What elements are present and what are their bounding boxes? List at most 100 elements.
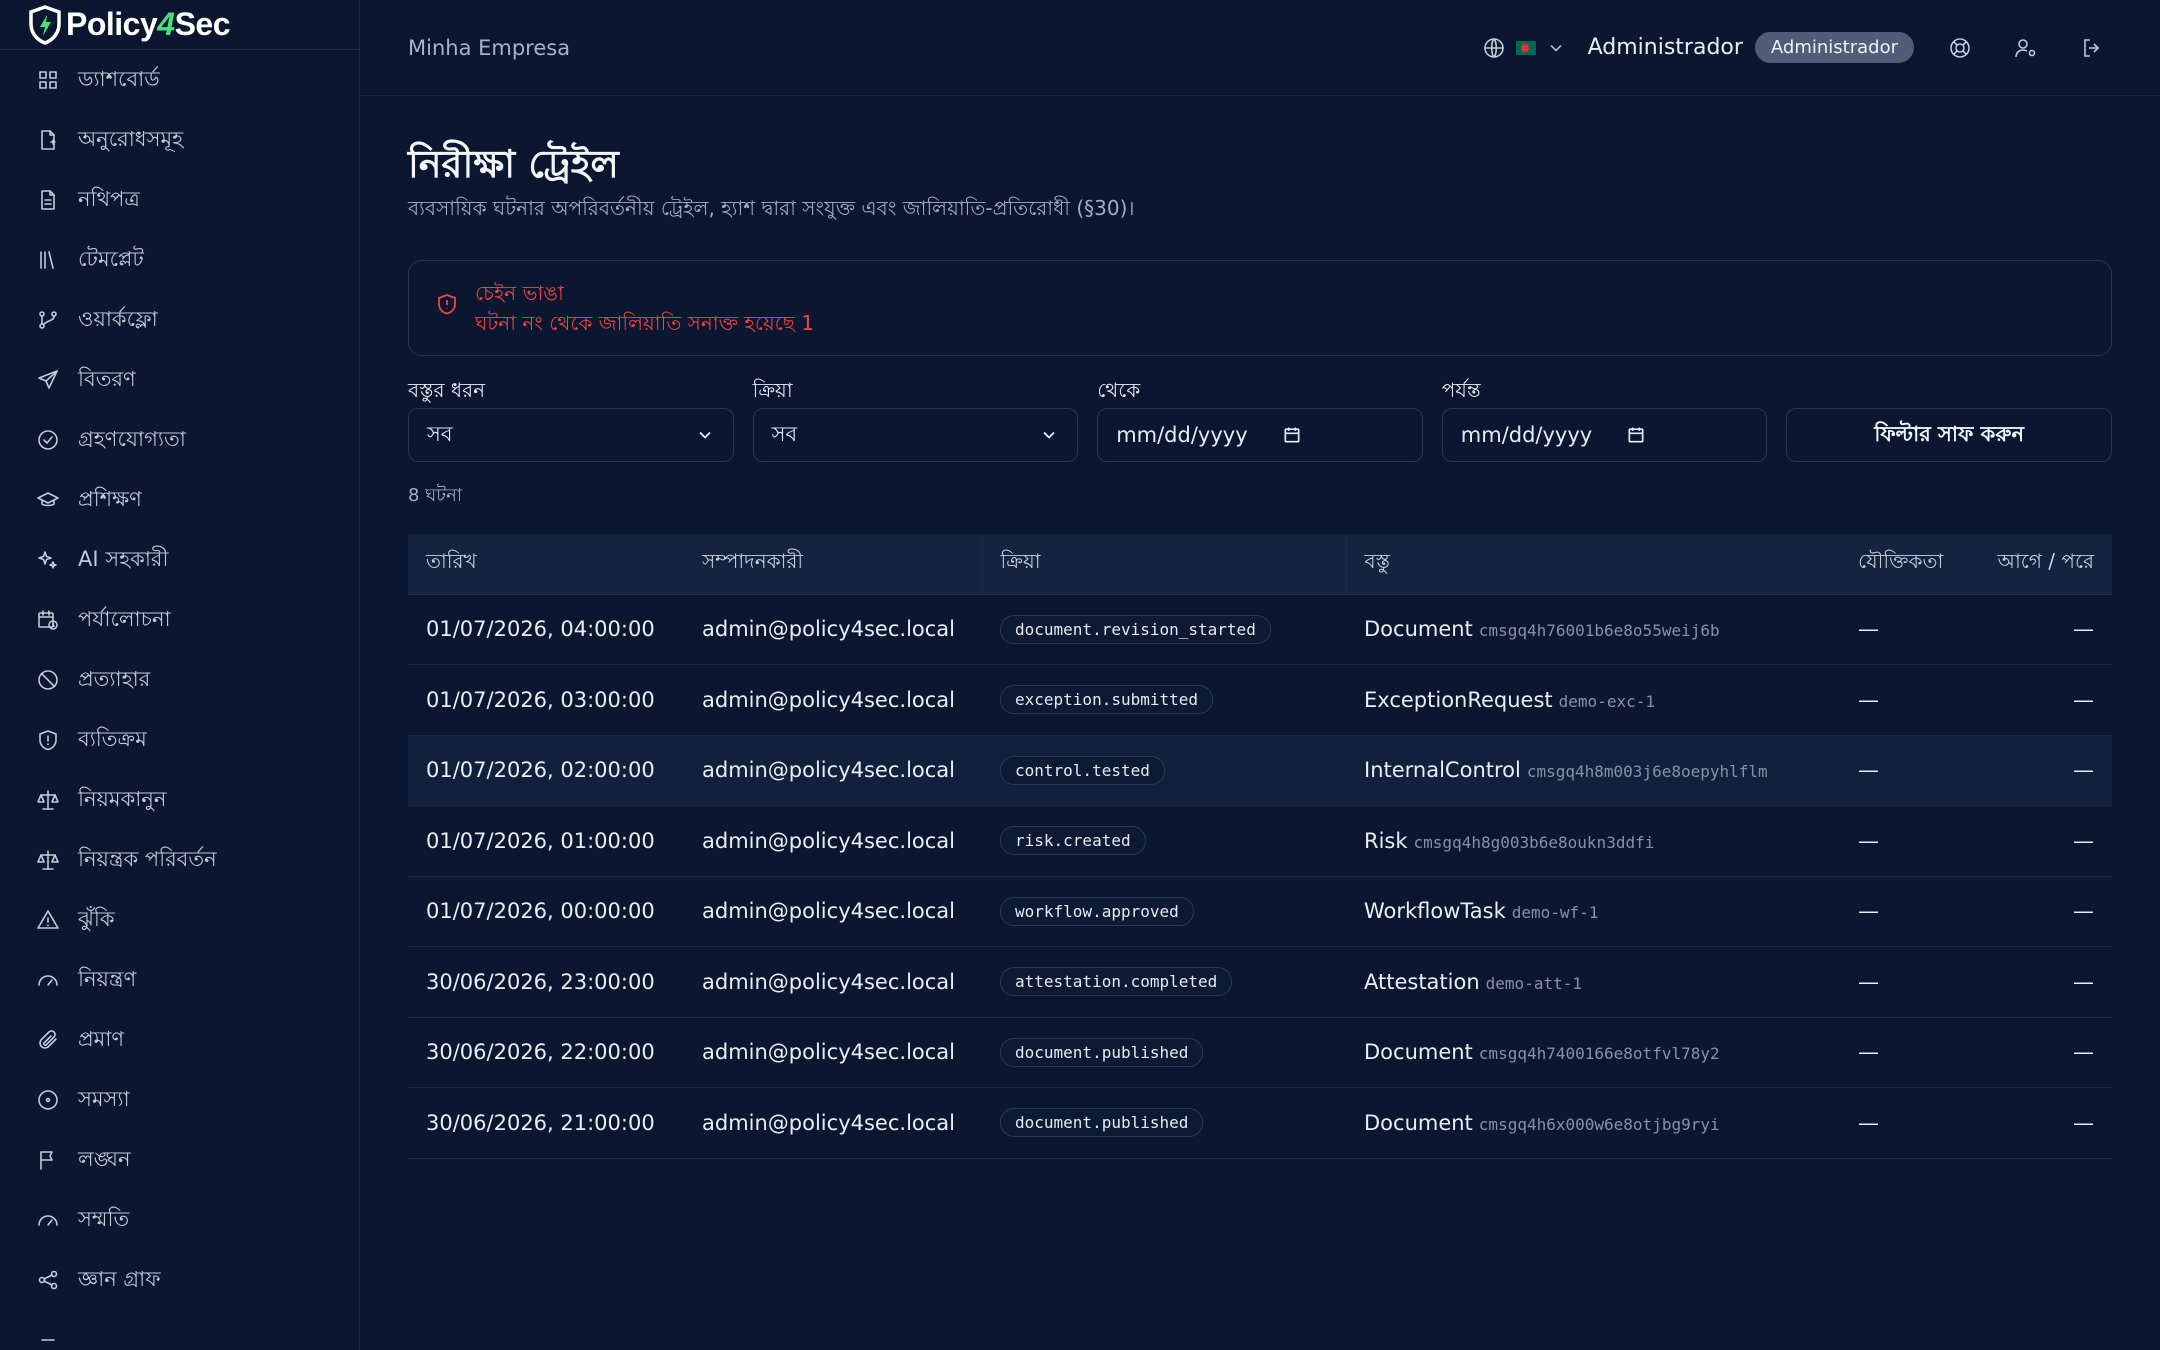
sidebar-item-label: নিয়ন্ত্রণ [78, 966, 137, 991]
sidebar-item-label: প্রশিক্ষণ [78, 486, 142, 511]
filters: বস্তুর ধরন সব ক্রিয়া সব থেকে mm/dd/yyyy… [408, 378, 2112, 462]
logo[interactable]: Policy4Sec [0, 0, 359, 50]
table-row[interactable]: 01/07/2026, 01:00:00 admin@policy4sec.loc… [408, 805, 2112, 877]
sidebar-item-13[interactable]: নিয়ন্ত্রক পরিবর্তন [0, 830, 359, 890]
table-row[interactable]: 30/06/2026, 23:00:00 admin@policy4sec.loc… [408, 946, 2112, 1018]
cell-justification: — [1840, 664, 1970, 736]
cell-action: attestation.completed [982, 946, 1346, 1018]
sidebar-item-7[interactable]: প্রশিক্ষণ [0, 470, 359, 530]
calendar-icon[interactable] [1282, 425, 1302, 445]
cell-object: Document cmsgq4h6x000w6e8otjbg9ryi [1346, 1087, 1840, 1159]
chevron-down-icon [1043, 431, 1055, 439]
warning-triangle-icon [37, 910, 59, 929]
sidebar-item-14[interactable]: ঝুঁকি [0, 890, 359, 950]
clear-filters-button[interactable]: ফিল্টার সাফ করুন [1786, 408, 2112, 462]
sidebar-item-5[interactable]: বিতরণ [0, 350, 359, 410]
sidebar-item-1[interactable]: অনুরোধসমূহ [0, 110, 359, 170]
cell-object: ExceptionRequest demo-exc-1 [1346, 664, 1840, 736]
sidebar-item-label: ব্যতিক্রম [78, 726, 147, 751]
table-row[interactable]: 01/07/2026, 02:00:00 admin@policy4sec.loc… [408, 735, 2112, 806]
table-row[interactable]: 30/06/2026, 21:00:00 admin@policy4sec.loc… [408, 1087, 2112, 1159]
gauge-icon [38, 975, 58, 986]
language-selector[interactable] [1482, 36, 1566, 60]
sidebar-item-label: সম্মতি [78, 1206, 130, 1231]
dashboard-icon [39, 71, 57, 89]
user-settings-button[interactable] [2006, 28, 2046, 68]
shield-alert-icon [438, 294, 456, 315]
sidebar-item-4[interactable]: ওয়ার্কফ্লো [0, 290, 359, 350]
sidebar-item-label: জ্ঞান গ্রাফ [78, 1266, 161, 1291]
sidebar-item-label: AI সহকারী [78, 546, 169, 571]
page-title: নিরীক্ষা ট্রেইল [408, 142, 619, 186]
sidebar-item-0[interactable]: ড্যাশবোর্ড [0, 50, 359, 110]
sidebar-item-20[interactable]: জ্ঞান গ্রাফ [0, 1250, 359, 1310]
cell-before-after: — [1970, 1017, 2112, 1088]
from-date-placeholder: mm/dd/yyyy [1116, 423, 1248, 447]
table-row[interactable]: 01/07/2026, 00:00:00 admin@policy4sec.loc… [408, 876, 2112, 947]
action-select[interactable]: সব [752, 408, 1079, 462]
sidebar-item-16[interactable]: প্রমাণ [0, 1010, 359, 1070]
action-badge: exception.submitted [1000, 685, 1214, 715]
cell-date: 01/07/2026, 03:00:00 [408, 664, 684, 736]
cell-date: 30/06/2026, 22:00:00 [408, 1017, 684, 1088]
object-type: WorkflowTask [1364, 899, 1506, 924]
sidebar-item-3[interactable]: টেমপ্লেট [0, 230, 359, 290]
cell-actor: admin@policy4sec.local [684, 1087, 982, 1159]
sidebar-item-10[interactable]: প্রত্যাহার [0, 650, 359, 710]
cell-object: Document cmsgq4h7400166e8otfvl78y2 [1346, 1017, 1840, 1088]
sidebar-item-17[interactable]: সমস্যা [0, 1070, 359, 1130]
col-before-after: আগে / পরে [1970, 534, 2112, 595]
object-id: demo-wf-1 [1511, 903, 1599, 923]
sidebar-item-18[interactable]: লঙ্ঘন [0, 1130, 359, 1190]
object-type-select[interactable]: সব [408, 408, 734, 462]
sidebar-item-6[interactable]: গ্রহণযোগ্যতা [0, 410, 359, 470]
calendar-icon[interactable] [1626, 425, 1646, 445]
cell-justification: — [1840, 1087, 1970, 1159]
logout-button[interactable] [2072, 28, 2112, 68]
graduation-cap-icon [37, 492, 59, 507]
sidebar-item-label: সমস্যা [78, 1086, 130, 1111]
sidebar-nav: ড্যাশবোর্ড অনুরোধসমূহ নথিপত্র টেমপ্লেট ওয়ার… [0, 50, 359, 1350]
object-type-value: সব [427, 421, 453, 446]
org-name[interactable]: Minha Empresa [408, 36, 1482, 60]
table-header-row: তারিখ সম্পাদনকারী ক্রিয়া বস্তু যৌক্তিকত… [408, 534, 2112, 595]
action-badge: attestation.completed [1000, 967, 1233, 997]
event-count: 8 ঘটনা [408, 485, 463, 506]
to-date-input[interactable]: mm/dd/yyyy [1441, 408, 1768, 462]
library-icon [40, 251, 54, 269]
sidebar-item-15[interactable]: নিয়ন্ত্রণ [0, 950, 359, 1010]
sidebar-item-9[interactable]: পর্যালোচনা [0, 590, 359, 650]
sidebar-item-12[interactable]: নিয়মকানুন [0, 770, 359, 830]
cell-justification: — [1840, 735, 1970, 806]
sidebar-item-label: টেমপ্লেট [78, 246, 144, 271]
sparkles-icon [38, 551, 57, 569]
sidebar-item-19[interactable]: সম্মতি [0, 1190, 359, 1250]
sidebar-item-label: ড্যাশবোর্ড [78, 66, 160, 91]
cell-action: document.revision_started [982, 594, 1346, 665]
sidebar-item-8[interactable]: AI সহকারী [0, 530, 359, 590]
sidebar-item-label: ঝুঁকি [78, 906, 115, 931]
sidebar-item-11[interactable]: ব্যতিক্রম [0, 710, 359, 770]
table-row[interactable]: 30/06/2026, 22:00:00 admin@policy4sec.loc… [408, 1017, 2112, 1088]
from-date-input[interactable]: mm/dd/yyyy [1097, 408, 1423, 462]
sidebar-item-label: অনুরোধসমূহ [78, 126, 184, 151]
top-bar: Minha Empresa Administrador Administrado… [361, 0, 2160, 96]
main-content: নিরীক্ষা ট্রেইল ব্যবসায়িক ঘটনার অপরিবর্… [408, 96, 2112, 1159]
help-button[interactable] [1940, 28, 1980, 68]
table-row[interactable]: 01/07/2026, 03:00:00 admin@policy4sec.loc… [408, 664, 2112, 736]
action-badge: document.revision_started [1000, 614, 1271, 644]
check-circle-icon [38, 430, 58, 450]
scale-icon [37, 790, 59, 810]
cell-before-after: — [1970, 876, 2112, 947]
more-icon [41, 1339, 55, 1341]
cell-actor: admin@policy4sec.local [684, 594, 982, 665]
sidebar-item-21[interactable] [0, 1310, 359, 1350]
object-id: demo-exc-1 [1558, 691, 1655, 711]
sidebar-item-2[interactable]: নথিপত্র [0, 170, 359, 230]
shield-alert-icon [39, 730, 57, 751]
object-id: cmsgq4h6x000w6e8otjbg9ryi [1478, 1114, 1720, 1134]
object-type: Document [1364, 617, 1473, 642]
cell-date: 01/07/2026, 02:00:00 [408, 735, 684, 806]
cell-before-after: — [1970, 946, 2112, 1018]
table-row[interactable]: 01/07/2026, 04:00:00 admin@policy4sec.loc… [408, 594, 2112, 665]
